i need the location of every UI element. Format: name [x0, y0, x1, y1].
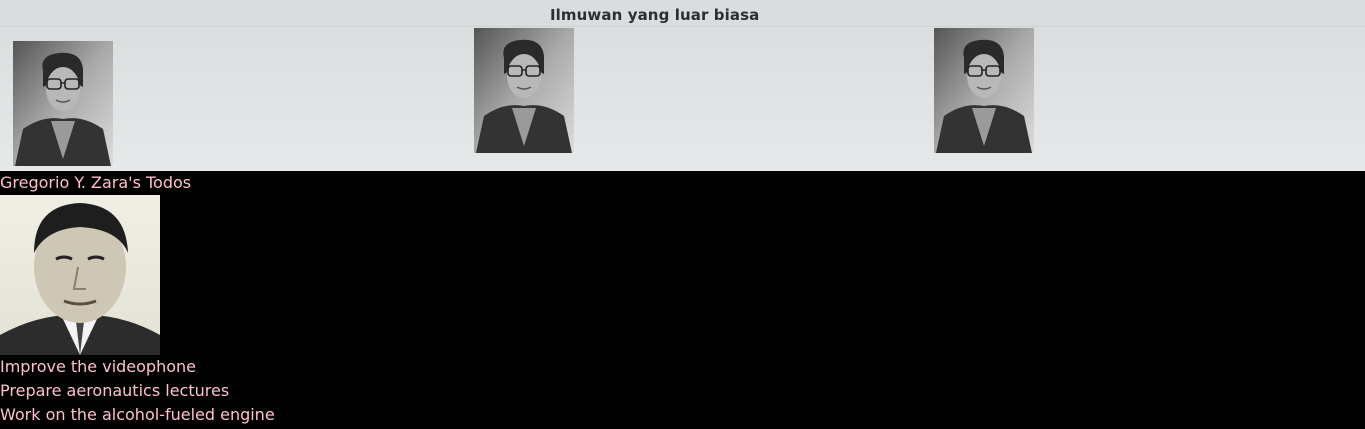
todo-heading: Gregorio Y. Zara's Todos [0, 173, 192, 192]
scientist-portrait-image [934, 28, 1034, 153]
scientist-portrait-image [474, 28, 574, 153]
todo-section: Gregorio Y. Zara's Todos Improve the vid… [0, 171, 1365, 427]
scientist-avatar-image [0, 195, 160, 355]
scientist-portrait-image [13, 41, 113, 166]
todo-item: Prepare aeronautics lectures [0, 381, 230, 400]
todo-item: Work on the alcohol-fueled engine [0, 405, 275, 424]
gallery-section: Ilmuwan yang luar biasa [0, 0, 1365, 171]
todo-item: Improve the videophone [0, 357, 196, 376]
gallery-title: Ilmuwan yang luar biasa [0, 2, 1365, 27]
todo-list: Improve the videophone Prepare aeronauti… [0, 357, 275, 429]
